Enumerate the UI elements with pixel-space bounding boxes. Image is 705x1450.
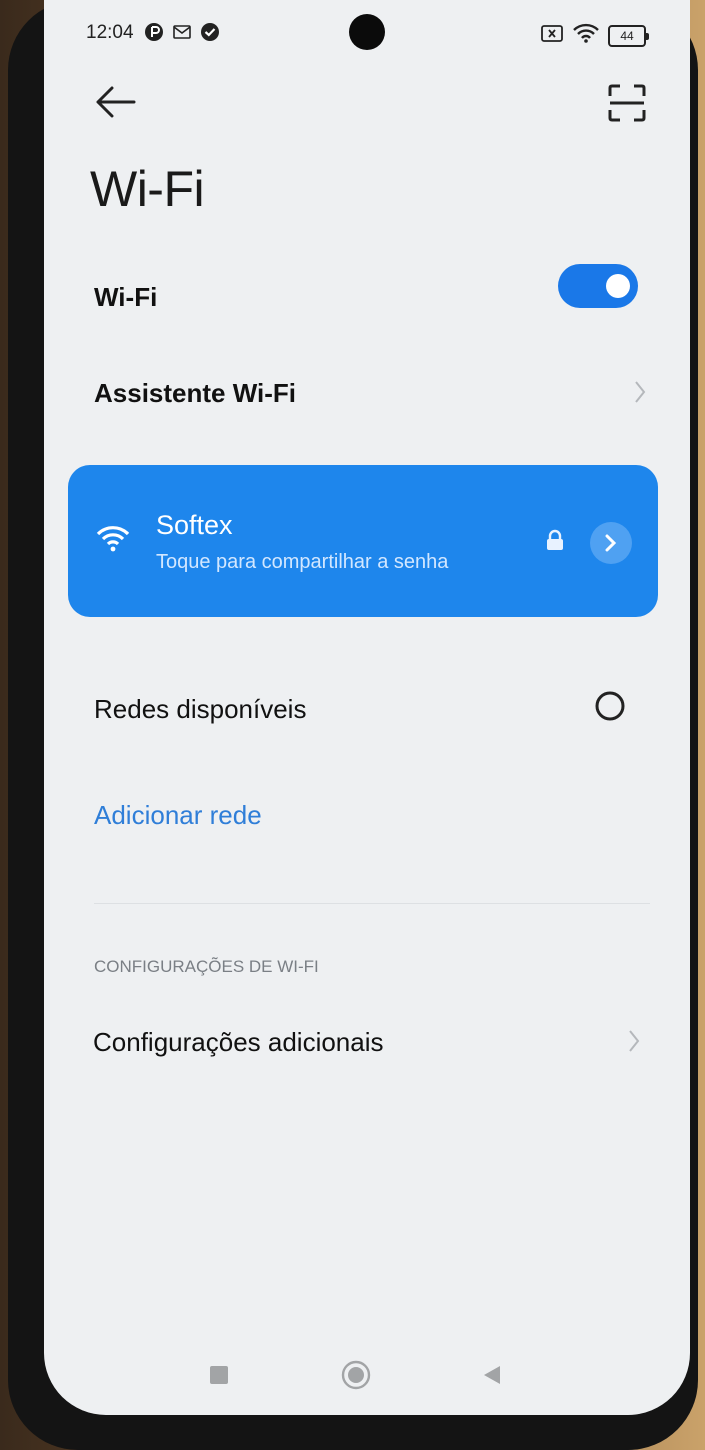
- wifi-assistant-row[interactable]: Assistente Wi-Fi: [94, 378, 650, 409]
- wifi-toggle-label: Wi-Fi: [94, 282, 158, 312]
- navigation-bar: [44, 1352, 690, 1402]
- toggle-knob: [606, 274, 630, 298]
- qr-scan-icon: [608, 84, 646, 122]
- connected-network-card[interactable]: Softex Toque para compartilhar a senha: [68, 465, 658, 617]
- home-button[interactable]: [341, 1360, 371, 1390]
- notification-icons: [144, 22, 220, 42]
- wifi-toggle-row[interactable]: Wi-Fi: [94, 264, 650, 313]
- recent-apps-button[interactable]: [210, 1366, 228, 1384]
- screen: 12:04 44 Wi-Fi Wi-Fi Assistente Wi-Fi So…: [44, 0, 690, 1415]
- status-bar: 12:04 44: [44, 0, 690, 70]
- no-sim-icon: [540, 23, 564, 48]
- divider: [94, 903, 650, 904]
- wifi-assistant-label: Assistente Wi-Fi: [94, 378, 297, 408]
- network-details-button[interactable]: [590, 522, 632, 564]
- wifi-settings-section-header: CONFIGURAÇÕES DE WI-FI: [94, 957, 319, 976]
- wifi-toggle-switch[interactable]: [558, 264, 638, 308]
- add-network-link[interactable]: Adicionar rede: [94, 800, 262, 831]
- gmail-icon: [172, 22, 192, 42]
- network-name: Softex: [156, 510, 233, 540]
- system-icons: 44: [540, 22, 649, 49]
- battery-level: 44: [620, 28, 634, 43]
- page-title: Wi-Fi: [90, 161, 205, 217]
- reminder-icon: [144, 22, 164, 42]
- wifi-signal-icon: [572, 22, 600, 49]
- check-circle-icon: [200, 22, 220, 42]
- home-circle-icon: [341, 1360, 371, 1390]
- back-button[interactable]: [92, 80, 142, 124]
- status-time: 12:04: [86, 22, 134, 43]
- back-triangle-icon: [484, 1366, 500, 1384]
- available-networks-row: Redes disponíveis: [94, 691, 650, 725]
- available-networks-label: Redes disponíveis: [94, 694, 307, 724]
- front-camera: [349, 14, 385, 50]
- additional-settings-label: Configurações adicionais: [93, 1027, 384, 1057]
- wifi-icon: [96, 526, 130, 552]
- chevron-right-icon: [635, 381, 646, 403]
- toolbar: [44, 80, 690, 130]
- lock-icon: [547, 529, 563, 550]
- network-share-hint: Toque para compartilhar a senha: [156, 551, 449, 573]
- arrow-left-icon: [96, 86, 136, 118]
- back-nav-button[interactable]: [481, 1364, 503, 1386]
- qr-scan-button[interactable]: [606, 82, 648, 124]
- additional-settings-row[interactable]: Configurações adicionais: [93, 1027, 650, 1058]
- phone-frame: 12:04 44 Wi-Fi Wi-Fi Assistente Wi-Fi So…: [8, 0, 698, 1450]
- chevron-right-icon: [629, 1030, 640, 1052]
- chevron-right-icon: [605, 534, 617, 552]
- scanning-spinner-icon: [595, 691, 625, 721]
- battery-icon: 44: [608, 24, 649, 47]
